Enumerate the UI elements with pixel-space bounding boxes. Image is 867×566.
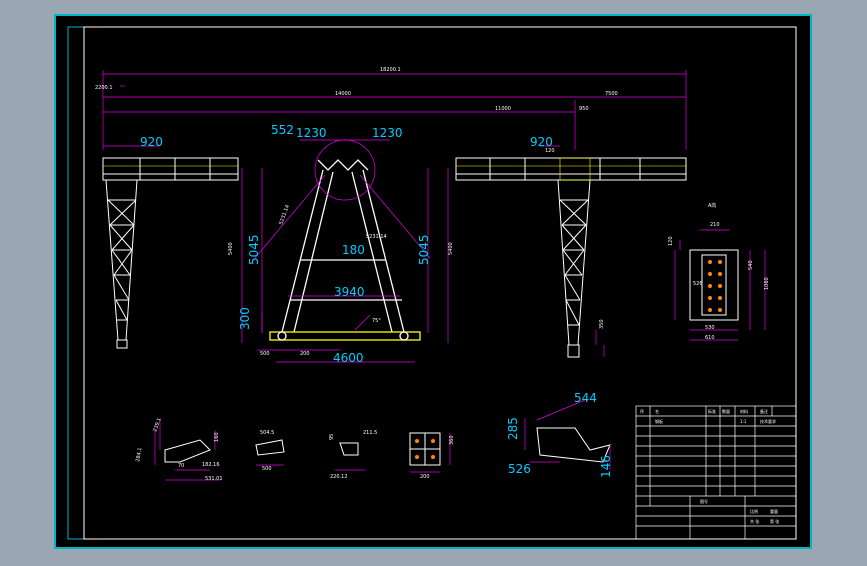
d1-c: 70 [178, 463, 184, 469]
d1-d: 160 [214, 432, 220, 442]
tb-cell-2: 技术要求 [760, 418, 776, 424]
dim-300: 300 [238, 307, 252, 330]
dim-left-overhang: 2200.1 [95, 85, 113, 91]
section-a-label: A向 [708, 202, 716, 209]
d5-a: 285 [506, 417, 520, 440]
dim-200: 200 [300, 351, 310, 357]
tb-cell-0: 钢板 [655, 418, 663, 424]
dim-3940: 3940 [334, 285, 365, 299]
dim-180: 180 [342, 243, 365, 257]
d1-e: 182.16 [202, 462, 220, 468]
dim-outer-right-h: 5400 [448, 242, 454, 255]
gantry-crane-drawing: 18200.1 2200.1 14000 11000 7500 950 120 … [54, 14, 812, 549]
d3-b: 220.12 [330, 474, 348, 480]
dim-left-height: 5045 [247, 234, 261, 265]
sec-530: 530 [705, 325, 715, 331]
dim-overall: 18200.1 [380, 67, 401, 73]
dim-right-segment: 7500 [605, 91, 618, 97]
tb-cell-1: 1:1 [740, 419, 747, 424]
dim-1230a: 1230 [296, 126, 327, 140]
dim-500: 500 [260, 351, 270, 357]
dim-right-920: 920 [530, 135, 553, 149]
d3-c: 95 [329, 434, 335, 440]
dim-4600: 4600 [333, 351, 364, 365]
d4-b: 360 [449, 435, 455, 445]
dim-1230b: 1230 [372, 126, 403, 140]
dim-main-span: 14000 [335, 91, 351, 97]
dim-left-920: 920 [140, 135, 163, 149]
sec-w210: 210 [710, 222, 720, 228]
d5-d: 146 [599, 455, 613, 478]
tb-row-3: 数量 [722, 408, 730, 414]
dim-552: 552 [271, 123, 294, 137]
dim-350: 350 [599, 319, 605, 329]
dim-angle: 75° [372, 318, 381, 324]
sec-610: 610 [705, 335, 715, 341]
sec-526: 526 [693, 281, 703, 287]
dim-right-small: 950 [579, 106, 589, 112]
dim-slant2: 5231.14 [366, 234, 387, 240]
d5-c: 526 [508, 462, 531, 476]
d5-b: 544 [574, 391, 597, 405]
tb-row-2: 标准 [708, 408, 716, 414]
sec-h120: 120 [668, 236, 674, 246]
tb-cell-4: 比例 [750, 508, 758, 514]
d2-b: 500 [262, 466, 272, 472]
tb-cell-6: 共 张 [750, 518, 759, 524]
dim-right-height: 5045 [417, 234, 431, 265]
d1-f: 531.01 [205, 476, 223, 482]
dim-span-right: 11000 [495, 106, 511, 112]
tb-row-4: 材料 [740, 408, 748, 414]
d2-a: 504.5 [260, 430, 274, 436]
tb-row-0: 序 [640, 408, 644, 414]
cad-drawing-viewport[interactable]: 18200.1 2200.1 14000 11000 7500 950 120 … [0, 0, 867, 562]
tb-cell-3: 图号 [700, 498, 708, 504]
tb-row-1: 名 [655, 408, 659, 414]
tb-row-5: 备注 [760, 408, 768, 414]
d4-a: 200 [420, 474, 430, 480]
dim-outer-left-h: 5400 [228, 242, 234, 255]
sec-540: 540 [748, 260, 754, 270]
tb-cell-5: 重量 [770, 508, 778, 514]
d3-a: 211.5 [363, 430, 377, 436]
tb-cell-7: 第 张 [770, 518, 779, 524]
sec-1060: 1060 [764, 277, 770, 290]
